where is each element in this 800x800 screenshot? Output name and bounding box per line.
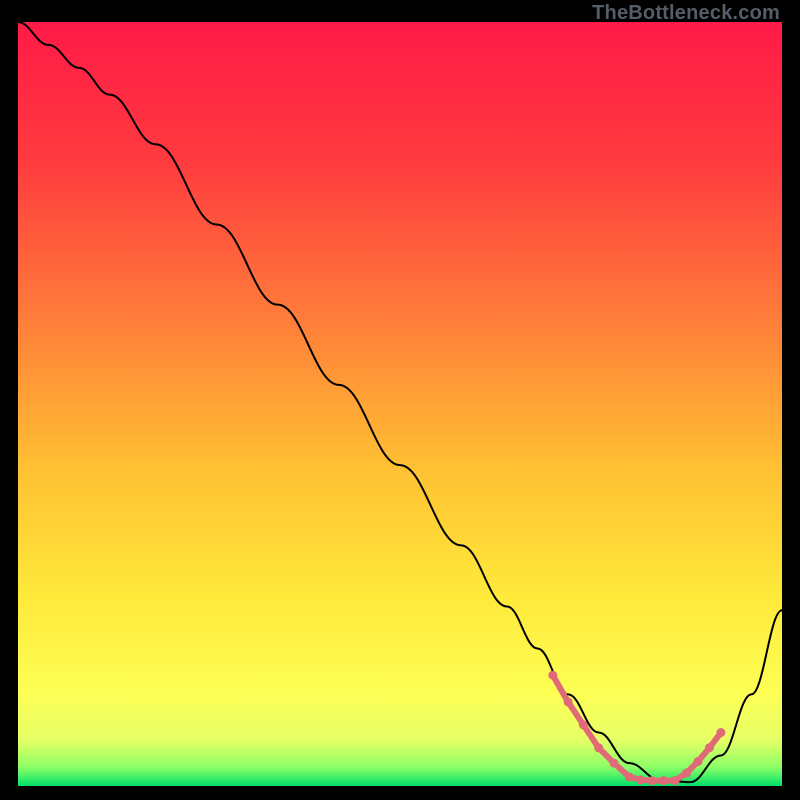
gradient-background (18, 22, 782, 786)
sweet-spot-dot (682, 769, 691, 778)
sweet-spot-dot (625, 772, 634, 781)
sweet-spot-dot (579, 720, 588, 729)
sweet-spot-dot (693, 757, 702, 766)
chart-plot-area (18, 22, 782, 786)
sweet-spot-dot (636, 775, 645, 784)
sweet-spot-dot (716, 728, 725, 737)
sweet-spot-dot (671, 776, 680, 785)
sweet-spot-dot (548, 671, 557, 680)
sweet-spot-dot (659, 776, 668, 785)
sweet-spot-dot (564, 697, 573, 706)
sweet-spot-dot (594, 743, 603, 752)
sweet-spot-dot (609, 759, 618, 768)
sweet-spot-dot (705, 743, 714, 752)
sweet-spot-dot (648, 776, 657, 785)
chart-svg (18, 22, 782, 786)
